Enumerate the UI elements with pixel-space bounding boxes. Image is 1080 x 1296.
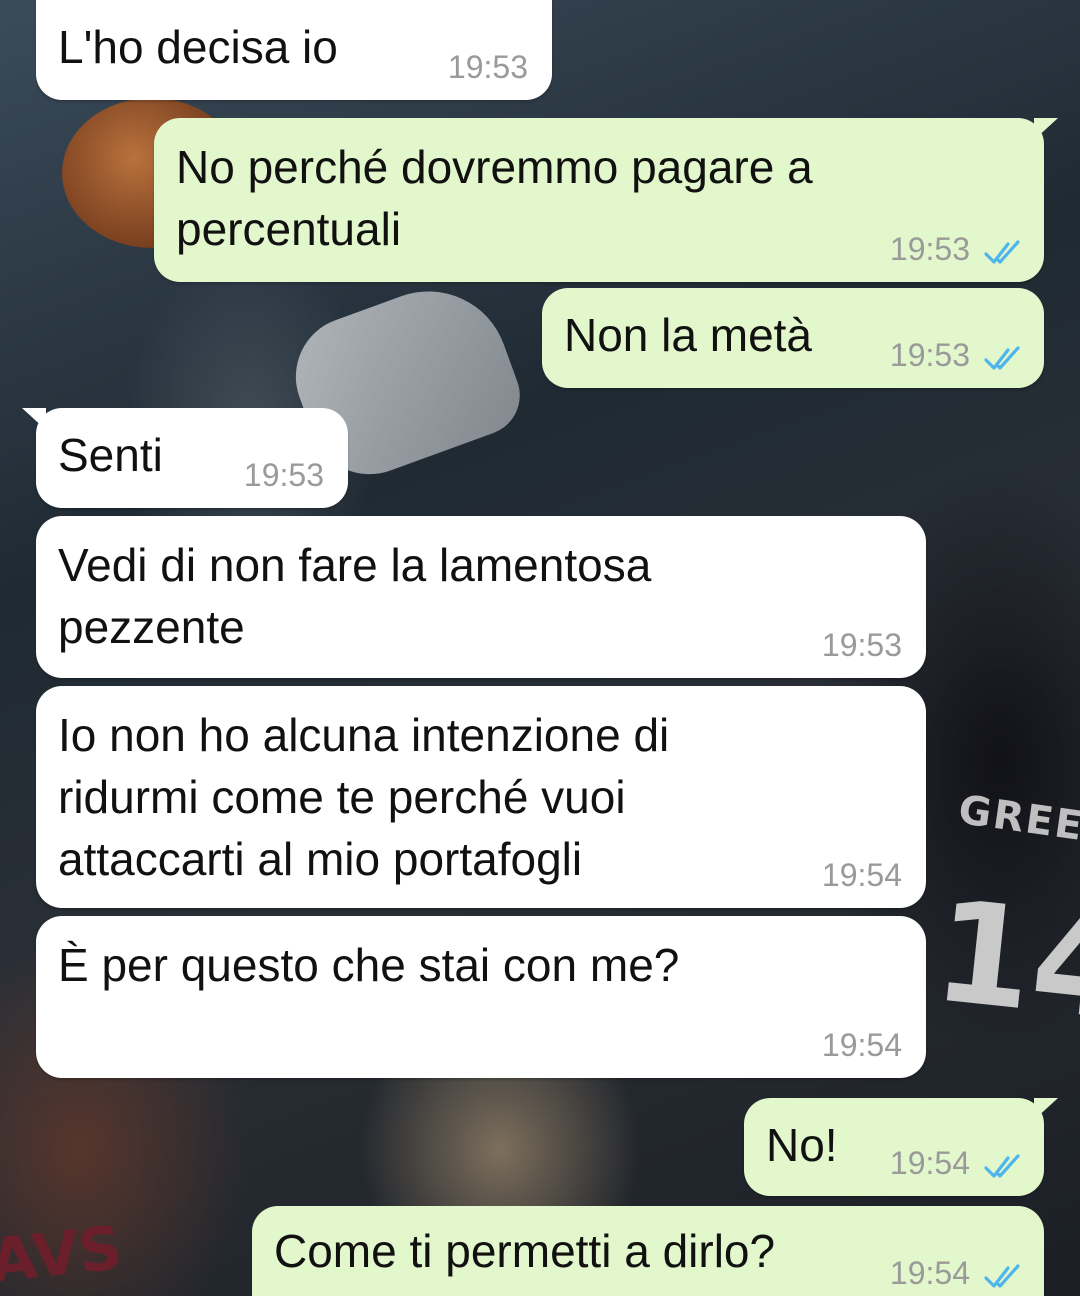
message-bubble-incoming[interactable]: Io non ho alcuna intenzione di ridurmi c… [36, 686, 926, 908]
team-jersey-text: AVS [0, 1213, 126, 1296]
message-text: Senti [58, 429, 163, 481]
message-time: 19:53 [889, 231, 970, 267]
message-time: 19:54 [889, 1255, 970, 1291]
message-bubble-incoming[interactable]: L'ho decisa io 19:53 [36, 0, 552, 100]
bubble-tail [22, 408, 46, 430]
bubble-tail [1034, 1098, 1058, 1120]
message-time: 19:54 [889, 1145, 970, 1181]
read-ticks-icon [984, 1264, 1020, 1288]
read-ticks-icon [984, 1154, 1020, 1178]
message-time: 19:54 [821, 857, 902, 893]
message-bubble-outgoing[interactable]: No perché dovremmo pagare a percentuali … [154, 118, 1058, 282]
message-bubble-outgoing[interactable]: Come ti permetti a dirlo? 19:54 [252, 1206, 1044, 1296]
message-bubble-outgoing[interactable]: No! 19:54 [744, 1098, 1058, 1196]
jersey-number-text: 14 [927, 870, 1080, 1053]
message-text: L'ho decisa io [58, 21, 338, 73]
message-bubble-incoming[interactable]: È per questo che stai con me? 19:54 [36, 916, 926, 1078]
message-bubble-incoming[interactable]: Vedi di non fare la lamentosa pezzente 1… [36, 516, 926, 678]
message-time: 19:53 [243, 457, 324, 493]
message-time: 19:53 [889, 337, 970, 373]
read-ticks-icon [984, 346, 1020, 370]
read-ticks-icon [984, 240, 1020, 264]
jersey-name-text: GREEN [955, 786, 1080, 856]
message-text: Non la metà [564, 309, 813, 361]
message-bubble-outgoing[interactable]: Non la metà 19:53 [542, 288, 1044, 388]
bubble-tail [1034, 118, 1058, 140]
message-text: Io non ho alcuna intenzione di ridurmi c… [58, 709, 670, 885]
message-time: 19:54 [821, 1027, 902, 1063]
message-text: No! [766, 1119, 838, 1171]
message-text: No perché dovremmo pagare a percentuali [176, 141, 813, 255]
message-text: È per questo che stai con me? [58, 939, 680, 991]
message-time: 19:53 [821, 627, 902, 663]
message-time: 19:53 [447, 49, 528, 85]
message-bubble-incoming[interactable]: Senti 19:53 [22, 408, 348, 508]
message-text: Come ti permetti a dirlo? [274, 1225, 776, 1277]
message-text: Vedi di non fare la lamentosa pezzente [58, 539, 652, 653]
